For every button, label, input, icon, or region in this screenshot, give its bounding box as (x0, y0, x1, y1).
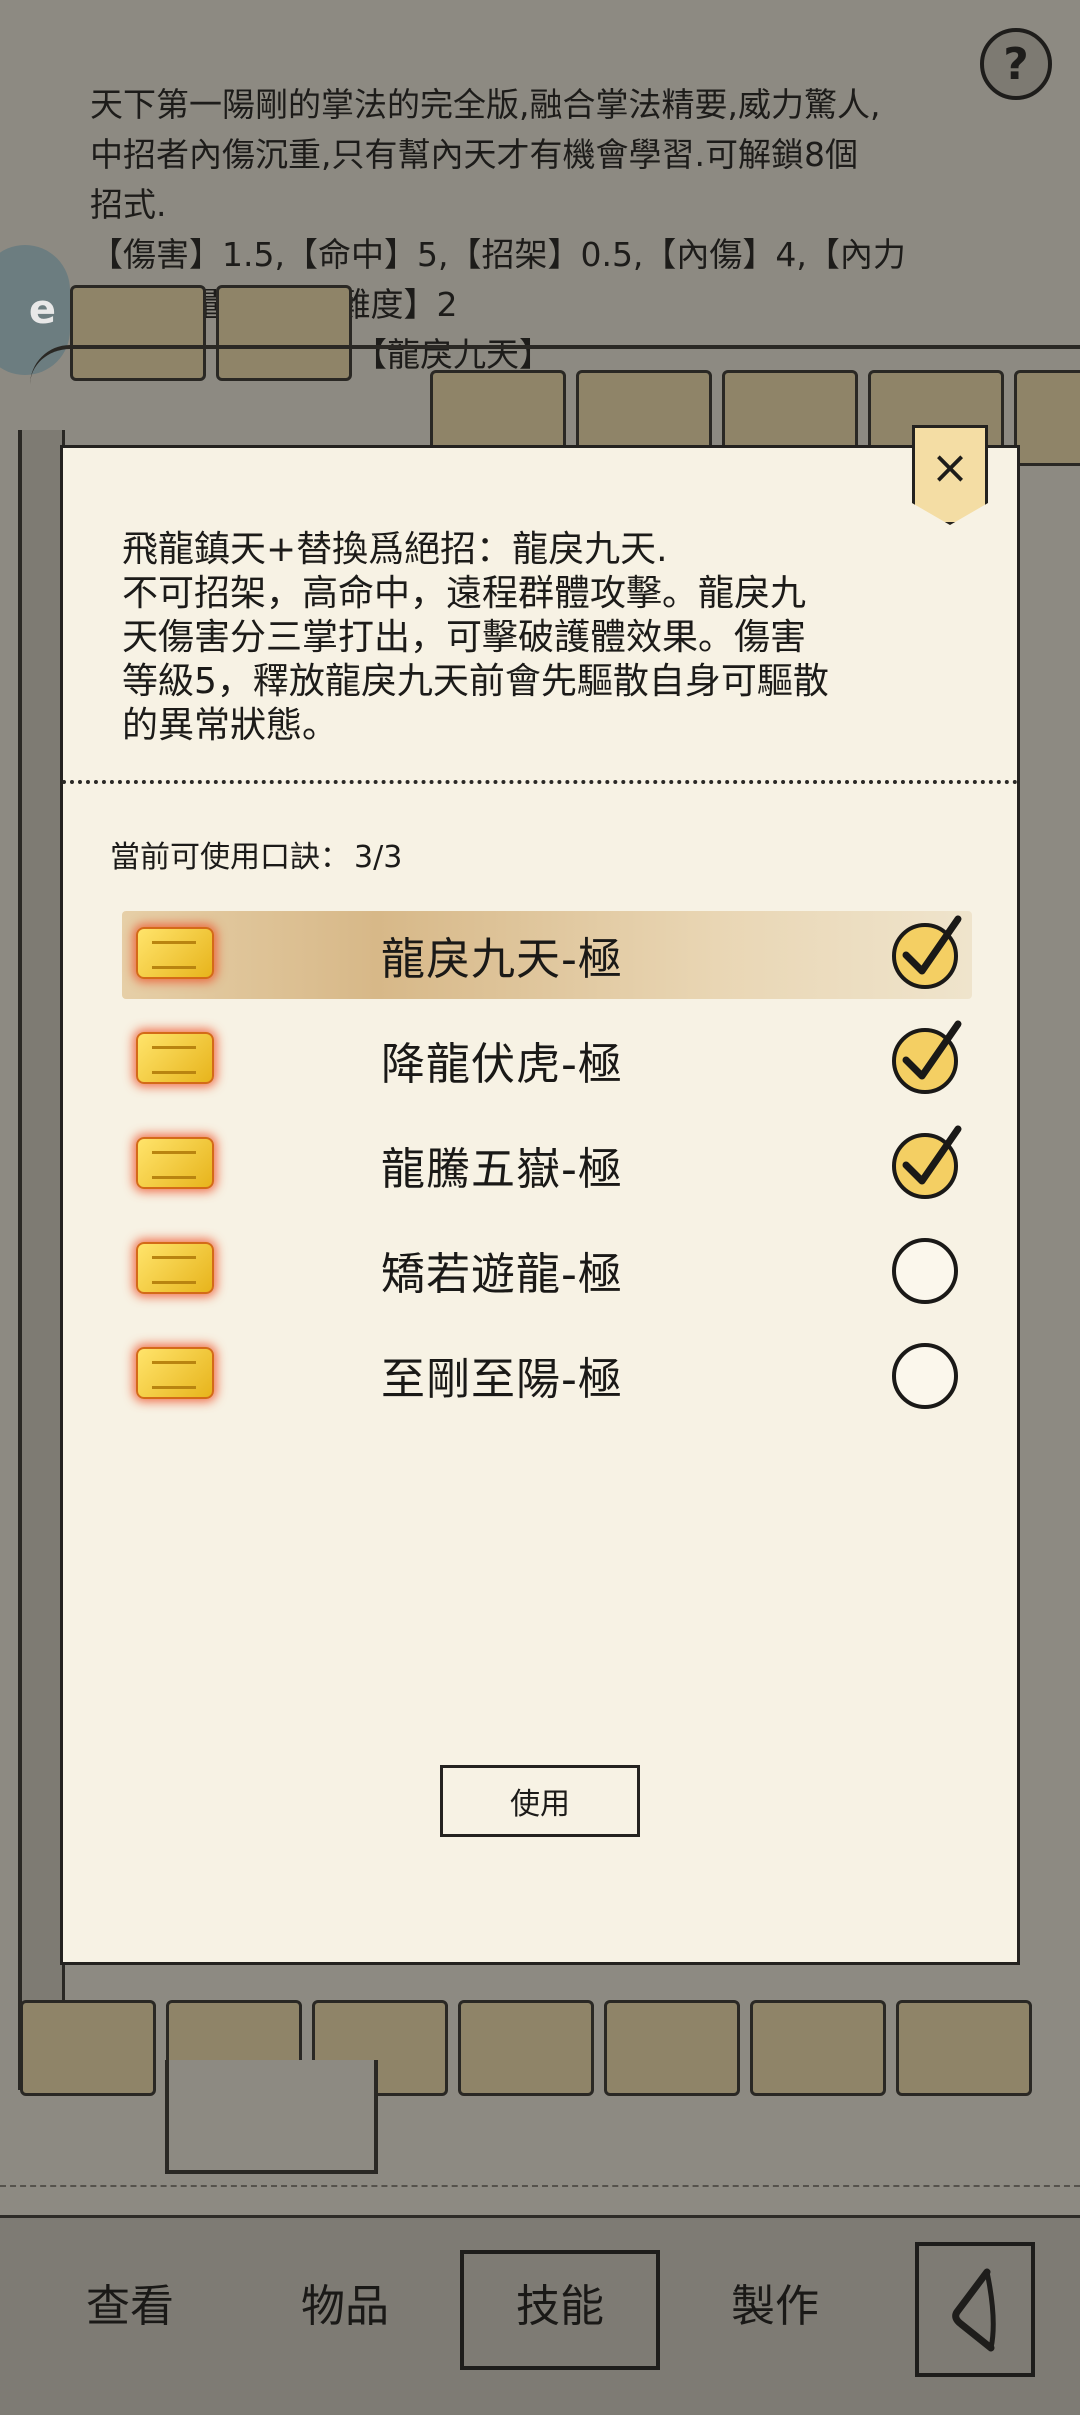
bg-line: 天下第一陽剛的掌法的完全版,融合掌法精要,威力驚人, (90, 85, 881, 124)
close-icon: × (930, 440, 970, 494)
gold-token-icon (136, 927, 214, 979)
description-line: 飛龍鎮天+替換爲絕招：龍戾九天. (122, 529, 668, 570)
skill-name: 降龍伏虎-極 (381, 1039, 623, 1090)
skill-row[interactable]: 至剛至陽-極 (122, 1325, 972, 1417)
skill-row[interactable]: 龍戾九天-極 (122, 905, 972, 999)
skill-row[interactable]: 降龍伏虎-極 (122, 1010, 972, 1102)
nav-item-view[interactable]: 查看 (45, 2270, 215, 2334)
use-button[interactable]: 使用 (440, 1765, 640, 1837)
description-line: 不可招架，高命中，遠程群體攻擊。龍戾九 (122, 573, 807, 614)
dotted-divider (62, 780, 1018, 784)
back-button[interactable] (915, 2242, 1035, 2377)
quota-text: 當前可使用口訣： 3/3 (110, 832, 402, 876)
help-button[interactable]: ? (980, 28, 1052, 100)
checkmark-icon (902, 1020, 962, 1080)
quota-value: 3/3 (354, 840, 403, 875)
gold-token-icon (136, 1347, 214, 1399)
question-icon: ? (1003, 38, 1029, 90)
checkbox-unchecked[interactable] (892, 1343, 958, 1409)
description-line: 天傷害分三掌打出，可擊破護體效果。傷害 (122, 617, 807, 658)
bg-line: 招式. (90, 185, 167, 224)
divider (0, 2185, 1080, 2207)
back-arrow-icon (952, 2268, 996, 2351)
checkbox-checked[interactable] (892, 915, 962, 989)
bg-line: 中招者內傷沉重,只有幫內天才有機會學習.可解鎖8個 (90, 135, 858, 174)
checkbox-unchecked[interactable] (892, 1238, 958, 1304)
description-line: 等級5，釋放龍戾九天前會先驅散自身可驅散 (122, 661, 829, 702)
checkmark-icon (902, 915, 962, 975)
skill-name: 龍騰五嶽-極 (381, 1144, 623, 1195)
quota-label: 當前可使用口訣： (110, 840, 350, 875)
side-badge-label: e (28, 287, 56, 333)
skill-name: 矯若遊龍-極 (381, 1249, 623, 1300)
gold-token-icon (136, 1032, 214, 1084)
skill-row[interactable]: 龍騰五嶽-極 (122, 1115, 972, 1207)
nav-item-skills[interactable]: 技能 (475, 2270, 645, 2334)
checkbox-checked[interactable] (892, 1020, 962, 1094)
nav-item-items[interactable]: 物品 (260, 2270, 430, 2334)
checkmark-icon (902, 1125, 962, 1185)
gold-token-icon (136, 1242, 214, 1294)
skill-name: 龍戾九天-極 (381, 934, 623, 985)
background-button (165, 2060, 378, 2174)
skill-description: 飛龍鎮天+替換爲絕招：龍戾九天. 不可招架，高命中，遠程群體攻擊。龍戾九 天傷害… (122, 528, 972, 748)
nav-item-craft[interactable]: 製作 (690, 2270, 860, 2334)
skill-row[interactable]: 矯若遊龍-極 (122, 1220, 972, 1312)
skill-name: 至剛至陽-極 (381, 1354, 623, 1405)
bg-line: 【傷害】1.5,【命中】5,【招架】0.5,【內傷】4,【內力 (90, 235, 906, 274)
description-line: 的異常狀態。 (122, 705, 339, 746)
checkbox-checked[interactable] (892, 1125, 962, 1199)
scroll-left-edge (18, 430, 65, 2090)
gold-token-icon (136, 1137, 214, 1189)
